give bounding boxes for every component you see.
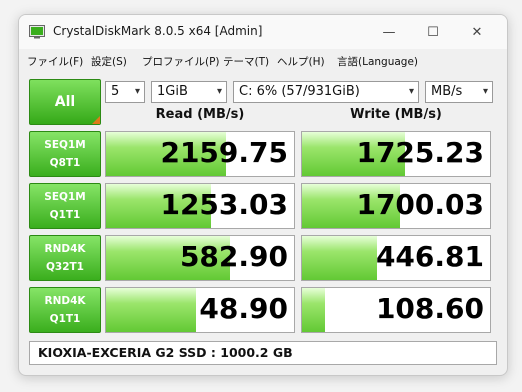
chevron-down-icon: ▾ bbox=[216, 86, 222, 97]
menu-theme[interactable]: テーマ(T) bbox=[223, 54, 269, 69]
chevron-down-icon: ▾ bbox=[408, 86, 414, 97]
write-value: 446.81 bbox=[375, 240, 484, 273]
chevron-down-icon: ▾ bbox=[482, 86, 488, 97]
test-label-line1: SEQ1M bbox=[44, 139, 86, 151]
write-result-cell: 1700.03 bbox=[301, 183, 491, 229]
test-label-line2: Q1T1 bbox=[49, 313, 81, 325]
test-label-line1: SEQ1M bbox=[44, 191, 86, 203]
test-button-seq1m-q1t1[interactable]: SEQ1M Q1T1 bbox=[29, 183, 101, 229]
drive-info-bar: KIOXIA-EXCERIA G2 SSD : 1000.2 GB bbox=[29, 341, 497, 365]
write-value: 108.60 bbox=[375, 292, 484, 325]
test-label-line1: RND4K bbox=[44, 295, 86, 307]
write-result-cell: 108.60 bbox=[301, 287, 491, 333]
test-button-rnd4k-q32t1[interactable]: RND4K Q32T1 bbox=[29, 235, 101, 281]
unit-value: MB/s bbox=[431, 84, 463, 99]
drive-select[interactable]: C: 6% (57/931GiB) ▾ bbox=[233, 81, 419, 103]
write-progress-bar bbox=[302, 288, 325, 332]
close-button[interactable]: ✕ bbox=[455, 19, 499, 45]
read-progress-bar bbox=[106, 288, 197, 332]
menu-bar: ファイル(F) 設定(S) プロファイル(P) テーマ(T) ヘルプ(H) 言語… bbox=[19, 51, 507, 71]
drive-info-text: KIOXIA-EXCERIA G2 SSD : 1000.2 GB bbox=[38, 345, 293, 360]
test-label-line2: Q8T1 bbox=[49, 157, 81, 169]
read-result-cell: 2159.75 bbox=[105, 131, 295, 177]
read-result-cell: 582.90 bbox=[105, 235, 295, 281]
corner-marker-icon bbox=[92, 116, 100, 124]
menu-help[interactable]: ヘルプ(H) bbox=[277, 54, 325, 69]
write-header: Write (MB/s) bbox=[350, 107, 442, 122]
maximize-button[interactable]: ☐ bbox=[411, 19, 455, 45]
menu-file[interactable]: ファイル(F) bbox=[27, 54, 83, 69]
menu-profile[interactable]: プロファイル(P) bbox=[142, 54, 220, 69]
menu-settings[interactable]: 設定(S) bbox=[91, 54, 127, 69]
drive-value: C: 6% (57/931GiB) bbox=[239, 84, 360, 99]
write-value: 1700.03 bbox=[356, 188, 484, 221]
read-value: 1253.03 bbox=[160, 188, 288, 221]
size-value: 1GiB bbox=[157, 84, 188, 99]
test-label-line2: Q32T1 bbox=[45, 261, 84, 273]
read-header: Read (MB/s) bbox=[155, 107, 245, 122]
read-value: 2159.75 bbox=[160, 136, 288, 169]
test-button-seq1m-q8t1[interactable]: SEQ1M Q8T1 bbox=[29, 131, 101, 177]
window-title: CrystalDiskMark 8.0.5 x64 [Admin] bbox=[53, 24, 263, 38]
app-window: CrystalDiskMark 8.0.5 x64 [Admin] — ☐ ✕ … bbox=[18, 14, 508, 376]
test-button-rnd4k-q1t1[interactable]: RND4K Q1T1 bbox=[29, 287, 101, 333]
unit-select[interactable]: MB/s ▾ bbox=[425, 81, 493, 103]
all-button[interactable]: All bbox=[29, 79, 101, 125]
test-label-line1: RND4K bbox=[44, 243, 86, 255]
chevron-down-icon: ▾ bbox=[134, 86, 140, 97]
read-result-cell: 1253.03 bbox=[105, 183, 295, 229]
write-result-cell: 1725.23 bbox=[301, 131, 491, 177]
read-result-cell: 48.90 bbox=[105, 287, 295, 333]
app-icon bbox=[29, 25, 45, 39]
write-progress-bar bbox=[302, 236, 378, 280]
count-value: 5 bbox=[111, 84, 120, 99]
all-button-label: All bbox=[54, 94, 76, 110]
write-value: 1725.23 bbox=[356, 136, 484, 169]
count-select[interactable]: 5 ▾ bbox=[105, 81, 145, 103]
read-value: 582.90 bbox=[179, 240, 288, 273]
read-value: 48.90 bbox=[199, 292, 288, 325]
title-bar: CrystalDiskMark 8.0.5 x64 [Admin] — ☐ ✕ bbox=[19, 15, 507, 49]
size-select[interactable]: 1GiB ▾ bbox=[151, 81, 227, 103]
test-label-line2: Q1T1 bbox=[49, 209, 81, 221]
minimize-button[interactable]: — bbox=[367, 19, 411, 45]
write-result-cell: 446.81 bbox=[301, 235, 491, 281]
menu-language[interactable]: 言語(Language) bbox=[337, 54, 418, 69]
